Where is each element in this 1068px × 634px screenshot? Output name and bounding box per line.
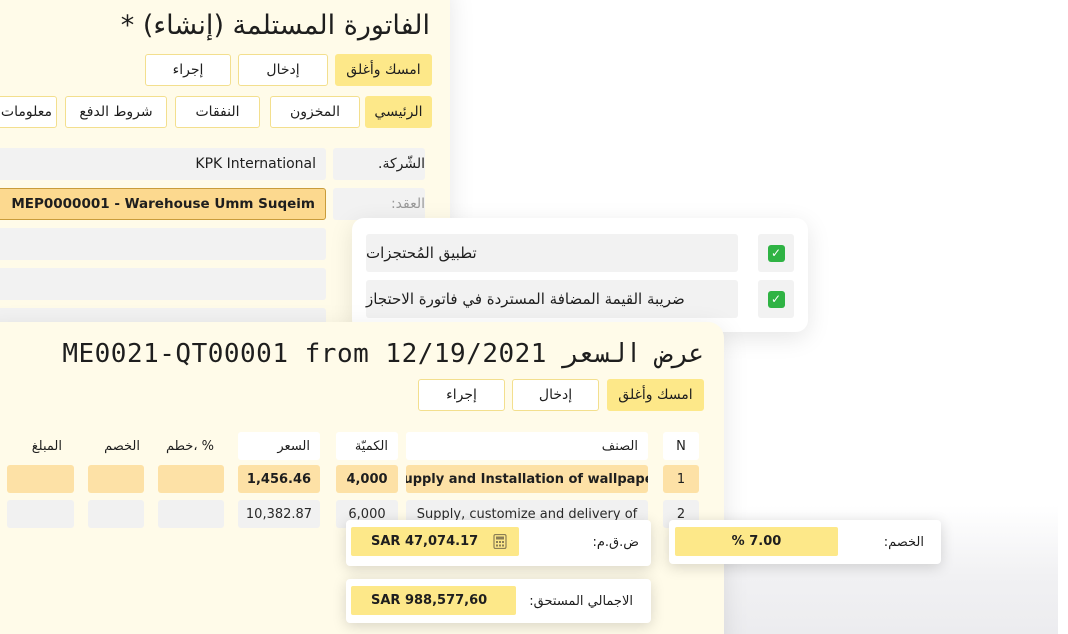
row2-amount[interactable] (7, 500, 74, 528)
vat-value: SAR 47,074.17 (371, 534, 479, 549)
contract-field[interactable]: MEP0000001 - Warehouse Umm Suqeim (0, 188, 326, 220)
save-close-button[interactable]: امسك وأغلق (335, 54, 432, 86)
contract-label: العقد: (333, 188, 425, 220)
vat-label: ض.ق.م: (592, 535, 640, 550)
option-vat-recoverable-label: ضريبة القيمة المضافة المستردة في فاتورة … (366, 290, 685, 308)
retention-options-card: تطبيق المُحتجزات ✓ ضريبة القيمة المضافة … (352, 218, 808, 332)
invoice-title: الفاتورة المستلمة (إنشاء) * (120, 10, 430, 41)
row1-disc-pct[interactable] (158, 465, 224, 493)
quotation-title: ME0021-QT00001 from 12/19/2021 عرض السعر (62, 339, 704, 369)
calculator-icon[interactable] (493, 534, 507, 549)
contract-value: MEP0000001 - Warehouse Umm Suqeim (11, 196, 315, 212)
tab-inventory[interactable]: المخزون (270, 96, 360, 128)
col-price: السعر (238, 432, 320, 460)
empty-field-1[interactable] (0, 228, 326, 260)
discount-card: الخصم: % 7.00 (669, 520, 941, 564)
row1-n: 1 (663, 465, 699, 493)
row2-price[interactable]: 10,382.87 (238, 500, 320, 528)
total-due-card: الاجمالي المستحق: SAR 988,577,60 (346, 579, 651, 623)
company-label: الشّركة. (333, 148, 425, 180)
quotation-action-button[interactable]: إجراء (418, 379, 505, 411)
row1-discount[interactable] (88, 465, 144, 493)
col-disc-pct: خطم، % (165, 438, 214, 454)
col-discount: الخصم (104, 438, 140, 454)
company-label-text: الشّركة. (378, 156, 425, 172)
row1-item[interactable]: Supply and Installation of wallpaper (406, 465, 648, 493)
checkbox-vat-recoverable[interactable]: ✓ (758, 280, 794, 318)
option-vat-recoverable: ضريبة القيمة المضافة المستردة في فاتورة … (366, 280, 738, 318)
option-apply-retention: تطبيق المُحتجزات (366, 234, 738, 272)
tab-expenses[interactable]: النفقات (175, 96, 260, 128)
checkbox-apply-retention[interactable]: ✓ (758, 234, 794, 272)
col-n: N (663, 432, 699, 460)
total-due-value: SAR 988,577,60 (371, 593, 488, 608)
vat-value-field[interactable]: SAR 47,074.17 (351, 527, 519, 556)
discount-value-field[interactable]: % 7.00 (675, 527, 838, 556)
discount-value: % 7.00 (731, 534, 782, 549)
entry-button[interactable]: إدخال (238, 54, 328, 86)
action-button[interactable]: إجراء (145, 54, 231, 86)
contract-label-text: العقد: (390, 196, 425, 212)
checkbox-checked-icon: ✓ (767, 244, 785, 262)
discount-label: الخصم: (883, 535, 924, 550)
empty-field-2[interactable] (0, 268, 326, 300)
quotation-save-close-button[interactable]: امسك وأغلق (607, 379, 704, 411)
row2-discount[interactable] (88, 500, 144, 528)
row1-qty[interactable]: 4,000 (336, 465, 398, 493)
tab-payment-terms[interactable]: شروط الدفع (65, 96, 167, 128)
row1-price[interactable]: 1,456.46 (238, 465, 320, 493)
total-due-value-field[interactable]: SAR 988,577,60 (351, 586, 516, 615)
col-item: الصنف (406, 432, 648, 460)
col-amount: المبلغ (31, 438, 62, 454)
checkbox-checked-icon: ✓ (767, 290, 785, 308)
company-value: KPK International (195, 156, 316, 172)
row2-disc-pct[interactable] (158, 500, 224, 528)
row1-amount[interactable] (7, 465, 74, 493)
tab-info[interactable]: معلومات (0, 96, 57, 128)
quotation-entry-button[interactable]: إدخال (512, 379, 599, 411)
company-field[interactable]: KPK International (0, 148, 326, 180)
col-qty: الكميّة (336, 432, 398, 460)
vat-card: ض.ق.م: SAR 47,074.17 (346, 520, 651, 566)
total-due-label: الاجمالي المستحق: (529, 594, 633, 609)
tab-main[interactable]: الرئيسي (365, 96, 432, 128)
option-apply-retention-label: تطبيق المُحتجزات (366, 244, 477, 262)
